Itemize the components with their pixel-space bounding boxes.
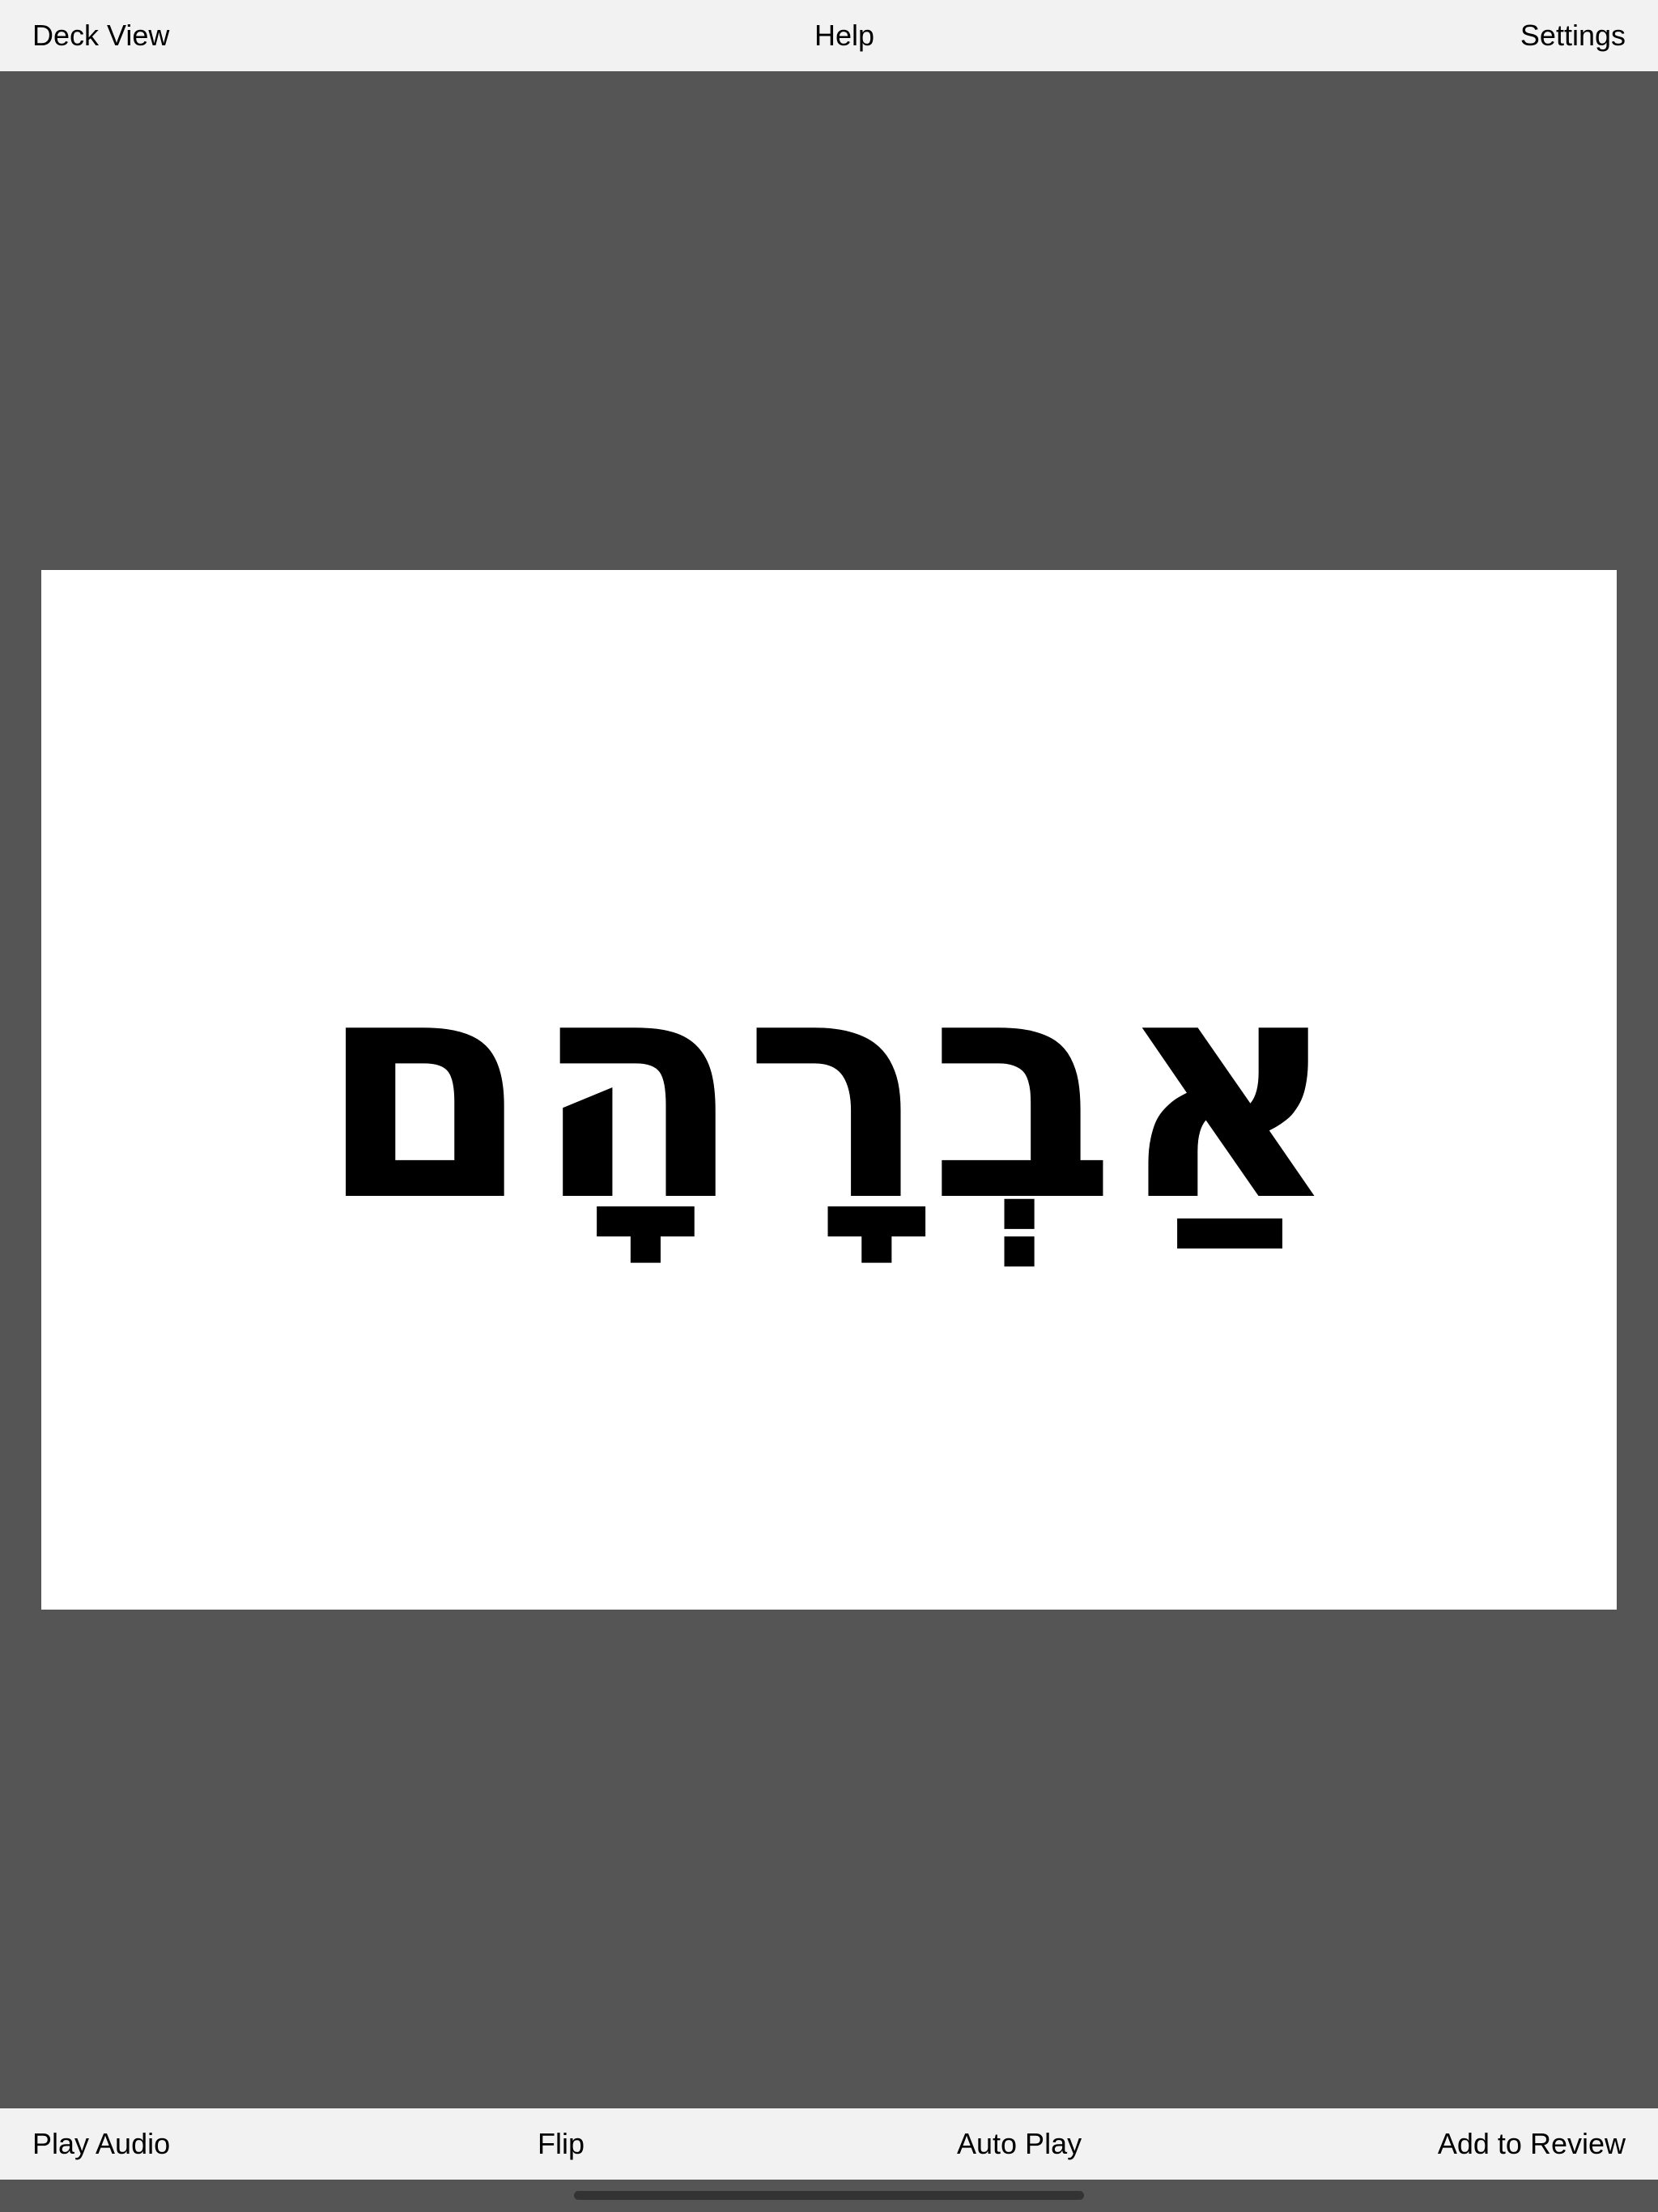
help-button[interactable]: Help [814, 0, 874, 71]
flashcard[interactable]: אַבְרָהָם [41, 570, 1617, 1610]
flashcard-word: אַבְרָהָם [317, 910, 1341, 1269]
auto-play-button[interactable]: Auto Play [957, 2108, 1082, 2180]
deck-view-button[interactable]: Deck View [32, 0, 169, 71]
home-indicator[interactable] [574, 2191, 1084, 2200]
flip-button[interactable]: Flip [538, 2108, 585, 2180]
add-to-review-button[interactable]: Add to Review [1438, 2108, 1626, 2180]
settings-button[interactable]: Settings [1520, 0, 1626, 71]
play-audio-button[interactable]: Play Audio [32, 2108, 170, 2180]
top-toolbar: Deck View Help Settings [0, 0, 1658, 71]
bottom-toolbar: Play Audio Flip Auto Play Add to Review [0, 2108, 1658, 2180]
